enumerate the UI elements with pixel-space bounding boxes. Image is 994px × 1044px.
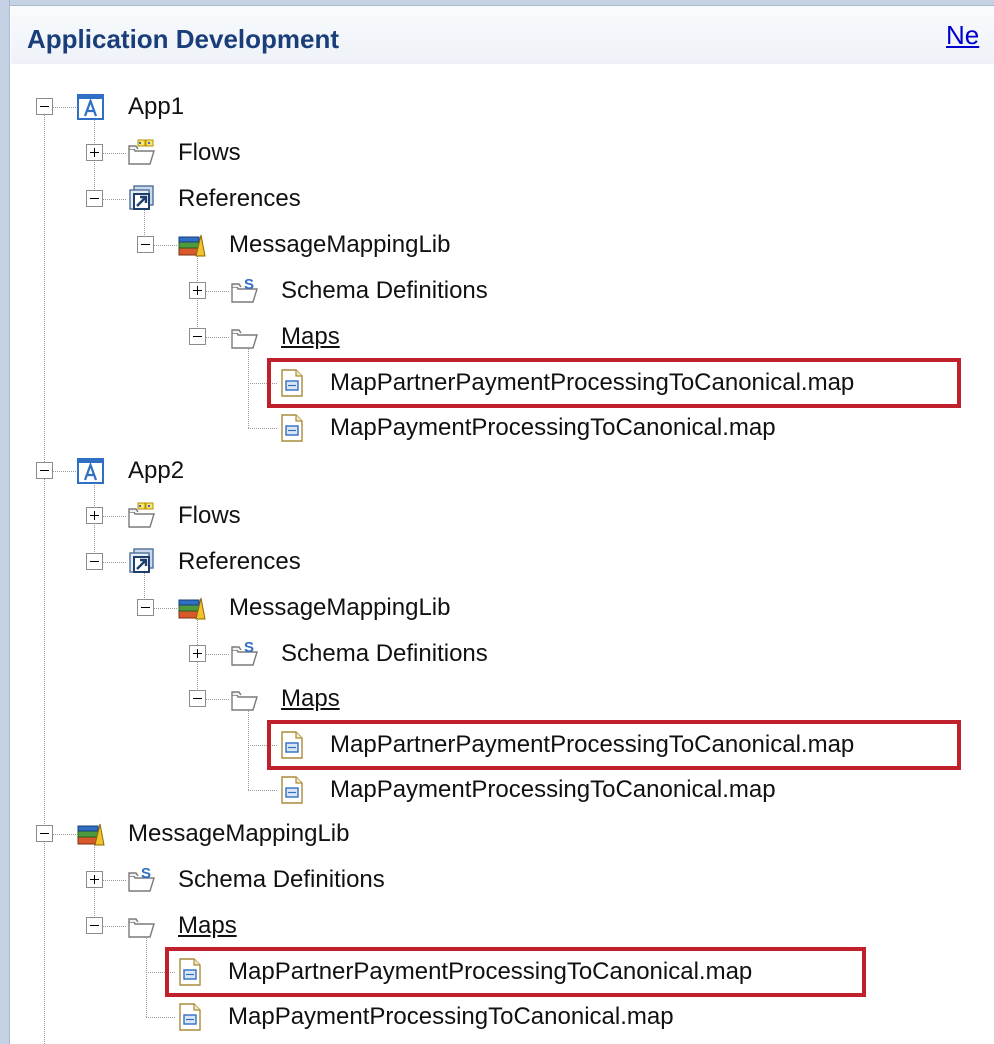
tree-item-label: MessageMappingLib	[229, 231, 451, 258]
tree-item-label: Schema Definitions	[281, 277, 488, 304]
svg-text:S: S	[244, 276, 254, 293]
map-file-icon	[175, 957, 205, 987]
flows-folder-icon	[126, 501, 156, 531]
application-icon	[76, 92, 106, 122]
references-icon	[126, 184, 156, 214]
map-file-icon	[175, 1002, 205, 1032]
tree-node[interactable]: References	[0, 180, 994, 218]
tree-item-label: MapPaymentProcessingToCanonical.map	[330, 414, 776, 441]
map-file-icon	[277, 730, 307, 760]
expand-toggle[interactable]	[86, 871, 103, 888]
tree-item-label: Flows	[178, 502, 241, 529]
tree-item-label: MapPartnerPaymentProcessingToCanonical.m…	[228, 958, 753, 985]
tree-node[interactable]: S Schema Definitions	[0, 861, 994, 899]
library-icon	[177, 230, 207, 260]
tree-item-label: MapPartnerPaymentProcessingToCanonical.m…	[330, 731, 855, 758]
library-icon	[76, 819, 106, 849]
tree-item-label: App2	[128, 457, 185, 484]
tree-node[interactable]: App2	[0, 452, 994, 490]
tree-item-label: Maps	[178, 912, 237, 939]
tree-node[interactable]: S Schema Definitions	[0, 272, 994, 310]
schema-folder-icon: S	[126, 865, 156, 895]
tree-item-map-file[interactable]: MapPaymentProcessingToCanonical.map	[0, 998, 994, 1036]
tree-node[interactable]: References	[0, 543, 994, 581]
collapse-toggle[interactable]	[36, 825, 53, 842]
tree-node[interactable]: MessageMappingLib	[0, 815, 994, 853]
collapse-toggle[interactable]	[36, 98, 53, 115]
application-icon	[76, 456, 106, 486]
tree-node[interactable]: Flows	[0, 497, 994, 535]
tree-item-label: Schema Definitions	[281, 640, 488, 667]
tree-item-map-file[interactable]: MapPartnerPaymentProcessingToCanonical.m…	[0, 364, 994, 402]
tree-node[interactable]: Flows	[0, 134, 994, 172]
tree-item-label: App1	[128, 93, 185, 120]
flows-folder-icon	[126, 138, 156, 168]
collapse-toggle[interactable]	[86, 190, 103, 207]
tree-node[interactable]: Maps	[0, 680, 994, 718]
tree-node[interactable]: Maps	[0, 907, 994, 945]
schema-folder-icon: S	[229, 276, 259, 306]
collapse-toggle[interactable]	[36, 462, 53, 479]
tree-item-label: Maps	[281, 323, 340, 350]
tree-item-label: MapPaymentProcessingToCanonical.map	[330, 776, 776, 803]
tree-item-label: MessageMappingLib	[128, 820, 350, 847]
tree-item-label: Maps	[281, 685, 340, 712]
tree-node[interactable]: MessageMappingLib	[0, 589, 994, 627]
tree-item-label: Schema Definitions	[178, 866, 385, 893]
tree-item-map-file[interactable]: MapPartnerPaymentProcessingToCanonical.m…	[0, 953, 994, 991]
tree-item-label: References	[178, 548, 301, 575]
maps-folder-icon	[229, 322, 259, 352]
collapse-toggle[interactable]	[86, 553, 103, 570]
map-file-icon	[277, 775, 307, 805]
expand-toggle[interactable]	[189, 282, 206, 299]
tree-item-label: Flows	[178, 139, 241, 166]
map-file-icon	[277, 368, 307, 398]
expand-toggle[interactable]	[86, 507, 103, 524]
collapse-toggle[interactable]	[86, 917, 103, 934]
tree-item-map-file[interactable]: MapPartnerPaymentProcessingToCanonical.m…	[0, 726, 994, 764]
schema-folder-icon: S	[229, 639, 259, 669]
svg-text:S: S	[244, 639, 254, 656]
tree-item-label: References	[178, 185, 301, 212]
expand-toggle[interactable]	[86, 144, 103, 161]
tree-node[interactable]: App1	[0, 88, 994, 126]
application-tree[interactable]: App1 Flows References MessageMappingLib S Sch…	[0, 0, 994, 1044]
tree-item-label: MapPartnerPaymentProcessingToCanonical.m…	[330, 369, 855, 396]
map-file-icon	[277, 413, 307, 443]
tree-item-label: MessageMappingLib	[229, 594, 451, 621]
tree-node[interactable]: S Schema Definitions	[0, 635, 994, 673]
expand-toggle[interactable]	[189, 645, 206, 662]
tree-item-label: MapPaymentProcessingToCanonical.map	[228, 1003, 674, 1030]
tree-item-map-file[interactable]: MapPaymentProcessingToCanonical.map	[0, 771, 994, 809]
collapse-toggle[interactable]	[189, 690, 206, 707]
library-icon	[177, 593, 207, 623]
tree-item-map-file[interactable]: MapPaymentProcessingToCanonical.map	[0, 409, 994, 447]
collapse-toggle[interactable]	[137, 236, 154, 253]
tree-node[interactable]: MessageMappingLib	[0, 226, 994, 264]
maps-folder-icon	[126, 911, 156, 941]
maps-folder-icon	[229, 684, 259, 714]
collapse-toggle[interactable]	[189, 328, 206, 345]
tree-node[interactable]: Maps	[0, 318, 994, 356]
collapse-toggle[interactable]	[137, 599, 154, 616]
references-icon	[126, 547, 156, 577]
svg-text:S: S	[141, 865, 151, 882]
